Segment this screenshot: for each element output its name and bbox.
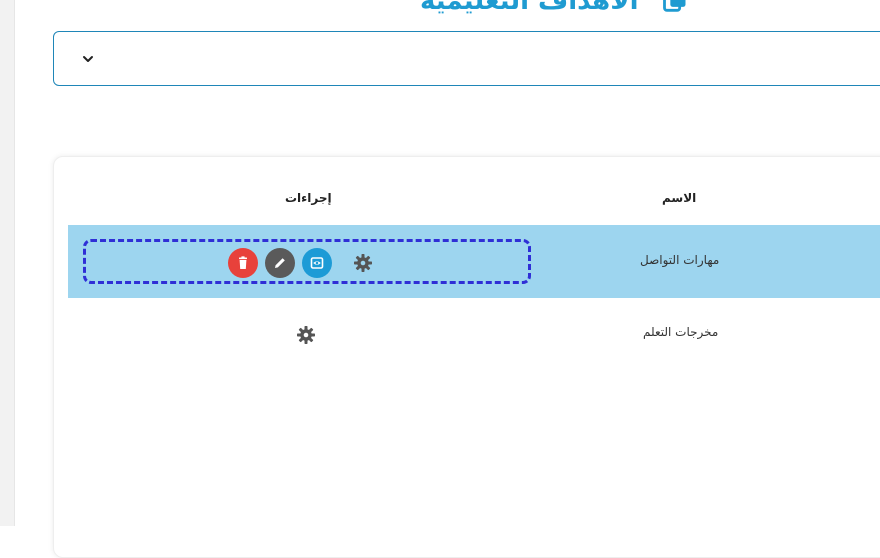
- gear-icon: [354, 254, 372, 272]
- settings-button[interactable]: [296, 325, 316, 345]
- edit-button[interactable]: [265, 248, 295, 278]
- objectives-table-card: [53, 156, 880, 558]
- row-name: مهارات التواصل: [640, 253, 720, 267]
- page-title: الأهداف التعليمية: [420, 0, 639, 16]
- view-button[interactable]: [302, 248, 332, 278]
- objectives-select[interactable]: [53, 31, 880, 86]
- row-name: مخرجات التعلم: [643, 325, 719, 339]
- copy-icon: [661, 0, 689, 15]
- delete-button[interactable]: [228, 248, 258, 278]
- gear-icon: [297, 326, 315, 344]
- page-header: الأهداف التعليمية: [420, 0, 689, 16]
- delete-icon: [239, 256, 247, 269]
- edit-icon: [275, 258, 285, 268]
- view-icon: [310, 257, 324, 269]
- column-header-name: الاسم: [662, 191, 697, 205]
- side-strip: [0, 0, 15, 526]
- settings-button[interactable]: [353, 253, 373, 273]
- column-header-actions: إجراءات: [285, 191, 332, 205]
- chevron-down-icon: [83, 56, 93, 62]
